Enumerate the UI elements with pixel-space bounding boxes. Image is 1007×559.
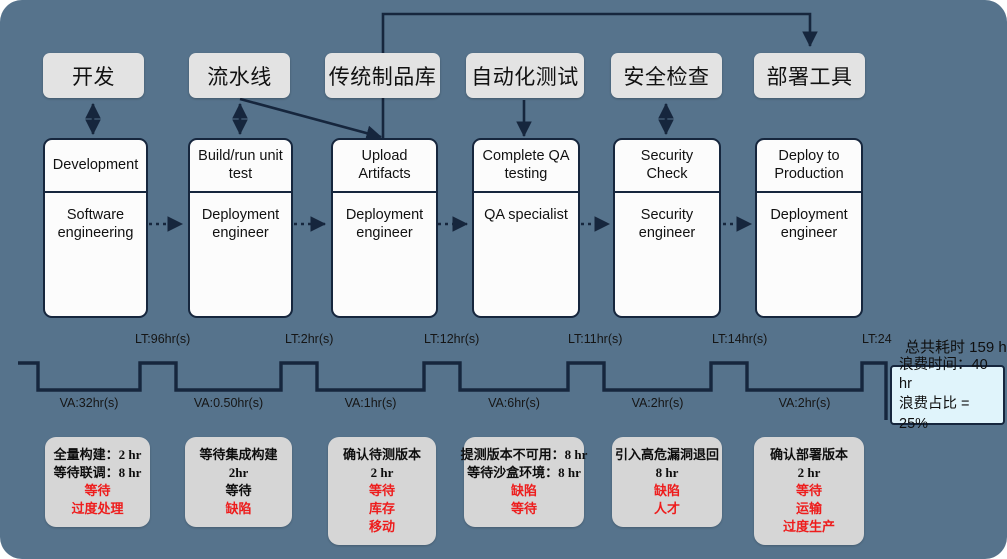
- process-box-security-check[interactable]: Security Check Security engineer: [613, 138, 721, 318]
- value-added-label-6: VA:2hr(s): [778, 396, 831, 410]
- process-title: Complete QA testing: [474, 140, 578, 193]
- process-box-upload-artifacts[interactable]: Upload Artifacts Deployment engineer: [331, 138, 438, 318]
- waste-ratio-line: 浪费占比 = 25%: [899, 396, 970, 432]
- waste-summary-box: 浪费时间：40 hr 浪费占比 = 25%: [890, 357, 1005, 432]
- lead-time-label-6: LT:24: [862, 332, 892, 346]
- waste-type-label: 过度处理: [71, 500, 124, 516]
- waste-detail-label: 全量构建：2 hr: [53, 447, 142, 462]
- waste-card-5[interactable]: 引入高危漏洞退回 8 hr 缺陷人才: [612, 437, 722, 527]
- lead-time-label-3: LT:12hr(s): [424, 332, 480, 346]
- value-added-label-3: VA:1hr(s): [344, 396, 397, 410]
- tool-label: 自动化测试: [471, 65, 579, 89]
- process-title: Security Check: [615, 140, 719, 193]
- tool-label: 传统制品库: [328, 65, 437, 89]
- waste-type-label: 等待: [368, 482, 395, 498]
- waste-type-label: 缺陷: [510, 482, 537, 498]
- waste-card-6[interactable]: 确认部署版本 2 hr 等待运输过度生产: [754, 437, 864, 545]
- waste-type-label: 等待: [510, 500, 537, 516]
- waste-detail-label: 等待沙盒环境：8 hr: [467, 464, 581, 480]
- process-title: Deploy to Production: [757, 140, 861, 193]
- tool-box-deploy-tool[interactable]: 部署工具: [754, 53, 865, 98]
- waste-type-label: 等待: [84, 482, 111, 498]
- waste-type-label: 缺陷: [653, 482, 680, 498]
- tool-box-pipeline[interactable]: 流水线: [189, 53, 290, 98]
- timeline-waveform: [18, 361, 888, 420]
- process-role: Deployment engineer: [201, 207, 280, 242]
- waste-card-1[interactable]: 全量构建：2 hr 等待联调：8 hr 等待过度处理: [45, 437, 150, 527]
- tool-box-security-check[interactable]: 安全检查: [611, 53, 722, 98]
- process-box-deploy-to-production[interactable]: Deploy to Production Deployment engineer: [755, 138, 863, 318]
- process-role: Security engineer: [638, 207, 696, 242]
- waste-type-label: 人才: [653, 500, 680, 516]
- waste-detail-label: 确认部署版本: [769, 447, 848, 462]
- lead-time-label-4: LT:11hr(s): [568, 332, 623, 346]
- waste-type-label: 过度生产: [782, 518, 835, 534]
- process-role: Deployment engineer: [770, 207, 848, 242]
- process-role: Deployment engineer: [345, 207, 424, 242]
- tool-label: 流水线: [207, 65, 272, 89]
- waste-card-2[interactable]: 等待集成构建 2hr 等待缺陷: [185, 437, 292, 527]
- value-added-label-5: VA:2hr(s): [631, 396, 684, 410]
- pipeline-to-artifacts-link: [239, 97, 383, 141]
- process-title: Upload Artifacts: [333, 140, 436, 193]
- process-box-development[interactable]: Development Software engineering: [43, 138, 148, 318]
- waste-detail-label: 确认待测版本: [342, 447, 421, 462]
- tool-box-auto-test[interactable]: 自动化测试: [466, 53, 584, 98]
- waste-detail-label: 8 hr: [655, 464, 679, 480]
- tool-label: 开发: [72, 65, 115, 89]
- waste-type-label: 缺陷: [225, 500, 252, 516]
- process-role: Software engineering: [57, 207, 134, 242]
- waste-detail-label: 2 hr: [370, 464, 394, 480]
- tool-box-dev[interactable]: 开发: [43, 53, 144, 98]
- lead-time-label-5: LT:14hr(s): [712, 332, 768, 346]
- waste-card-3[interactable]: 确认待测版本 2 hr 等待库存移动: [328, 437, 436, 545]
- process-box-build-unit-test[interactable]: Build/run unit test Deployment engineer: [188, 138, 293, 318]
- process-role: QA specialist: [484, 207, 568, 223]
- lead-time-label-1: LT:96hr(s): [135, 332, 191, 346]
- process-title: Build/run unit test: [190, 140, 291, 193]
- waste-detail-label: 等待联调：8 hr: [53, 464, 142, 480]
- value-added-label-2: VA:0.50hr(s): [193, 396, 264, 410]
- waste-detail-label: 等待集成构建: [199, 447, 278, 462]
- value-added-label-1: VA:32hr(s): [59, 396, 119, 410]
- waste-detail-label: 提测版本不可用：8 hr: [460, 447, 588, 462]
- waste-type-label: 移动: [368, 518, 395, 534]
- waste-detail-label: 等待: [225, 482, 252, 498]
- waste-detail-label: 引入高危漏洞退回: [614, 447, 719, 462]
- waste-detail-label: 2hr: [228, 464, 249, 480]
- tool-label: 部署工具: [766, 65, 853, 89]
- feedback-bus: [381, 12, 818, 139]
- waste-type-label: 运输: [795, 500, 822, 516]
- tool-box-artifact-repo[interactable]: 传统制品库: [325, 53, 440, 98]
- waste-card-4[interactable]: 提测版本不可用：8 hr 等待沙盒环境：8 hr 缺陷等待: [461, 437, 587, 527]
- total-lead-time-label: 总共耗时 159 hr: [905, 339, 1007, 356]
- process-box-complete-qa-testing[interactable]: Complete QA testing QA specialist: [472, 138, 580, 318]
- diagram-canvas: 开发 流水线 传统制品库 自动化测试 安全检查 部署工具 Development…: [0, 0, 1007, 559]
- lead-time-label-2: LT:2hr(s): [285, 332, 334, 346]
- waste-detail-label: 2 hr: [797, 464, 821, 480]
- waste-type-label: 库存: [368, 500, 395, 516]
- process-title: Development: [45, 140, 146, 193]
- tool-label: 安全检查: [623, 65, 710, 89]
- waste-time-line: 浪费时间：40 hr: [899, 356, 988, 393]
- waste-type-label: 等待: [795, 482, 822, 498]
- value-added-label-4: VA:6hr(s): [488, 396, 540, 410]
